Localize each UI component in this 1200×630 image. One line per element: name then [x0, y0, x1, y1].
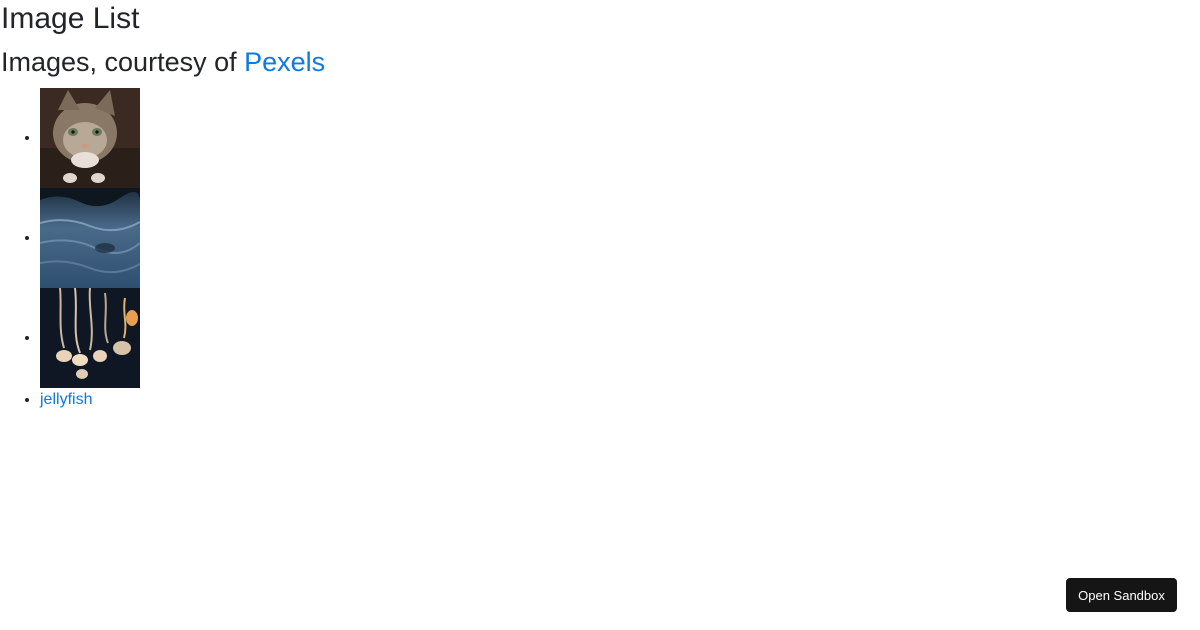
page-title: Image List [1, 2, 140, 35]
list-item: jellyfish [40, 388, 140, 412]
list-item [40, 188, 140, 288]
cat-image[interactable] [40, 88, 140, 188]
list-item [40, 288, 140, 388]
broken-image-alt: jellyfish [40, 391, 93, 408]
open-sandbox-button[interactable]: Open Sandbox [1066, 578, 1177, 612]
list-item [40, 88, 140, 188]
broken-image-link[interactable]: jellyfish [40, 391, 92, 408]
water-image[interactable] [40, 188, 140, 288]
page-subtitle: Images, courtesy of Pexels [1, 44, 325, 80]
pexels-link[interactable]: Pexels [244, 47, 325, 77]
jellyfish-image[interactable] [40, 288, 140, 388]
subtitle-prefix: Images, courtesy of [1, 47, 245, 77]
image-list: jellyfish [0, 88, 140, 412]
